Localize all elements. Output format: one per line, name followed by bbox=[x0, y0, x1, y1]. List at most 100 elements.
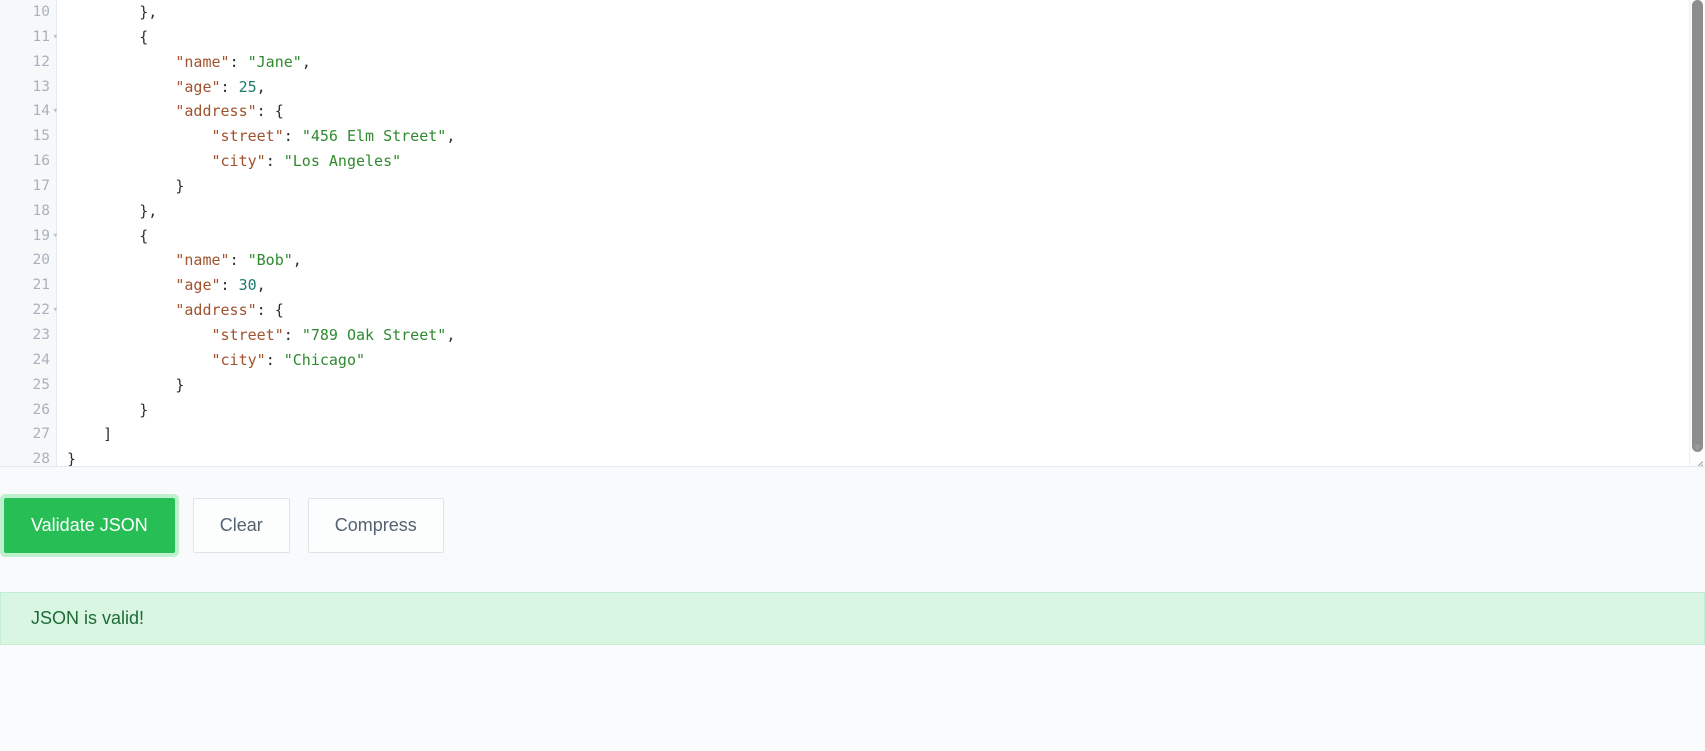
code-token: : bbox=[265, 350, 284, 369]
code-token: : { bbox=[256, 301, 284, 320]
line-number-value: 15 bbox=[32, 128, 50, 145]
editor-resize-handle[interactable] bbox=[1692, 454, 1704, 467]
code-token: , bbox=[446, 127, 456, 146]
line-number: 19 ▾ bbox=[0, 224, 58, 249]
code-token: } bbox=[67, 176, 185, 195]
code-token: "Los Angeles" bbox=[283, 152, 402, 171]
line-number: 18 bbox=[0, 199, 56, 224]
validation-status-alert: JSON is valid! bbox=[0, 592, 1705, 645]
line-number-value: 10 bbox=[32, 4, 50, 20]
line-number: 23 bbox=[0, 323, 56, 348]
code-token: "789 Oak Street" bbox=[301, 325, 447, 344]
code-token: : { bbox=[256, 102, 284, 121]
code-line[interactable]: "name": "Jane", bbox=[67, 50, 1705, 75]
code-line[interactable]: "address": { bbox=[67, 99, 1705, 124]
code-token: "Chicago" bbox=[283, 350, 366, 369]
line-number: 22 ▾ bbox=[0, 298, 58, 323]
json-editor[interactable]: 10 11 ▾ 12 13 14 ▾ 15 16 17 18 19 ▾ 20 21 22 ▾ 23 24 25 26 27… bbox=[0, 0, 1705, 467]
line-number-value: 17 bbox=[32, 177, 50, 194]
line-number-value: 28 bbox=[32, 451, 50, 467]
clear-button[interactable]: Clear bbox=[192, 498, 290, 553]
code-token: , bbox=[292, 251, 302, 270]
validate-json-button[interactable]: Validate JSON bbox=[4, 498, 175, 553]
code-token: "Bob" bbox=[247, 251, 293, 270]
line-number-value: 21 bbox=[32, 277, 50, 294]
code-token: "street" bbox=[67, 325, 284, 344]
code-token: , bbox=[256, 276, 266, 295]
code-line[interactable]: "name": "Bob", bbox=[67, 248, 1705, 273]
code-token: , bbox=[256, 77, 266, 96]
code-token: ] bbox=[67, 425, 113, 444]
line-number: 27 bbox=[0, 422, 56, 447]
line-number-value: 26 bbox=[32, 401, 50, 418]
code-line[interactable]: ] bbox=[67, 422, 1705, 447]
line-number-gutter: 10 11 ▾ 12 13 14 ▾ 15 16 17 18 19 ▾ 20 21 22 ▾ 23 24 25 26 27… bbox=[0, 0, 58, 467]
code-token: : bbox=[283, 127, 302, 146]
code-token: "name" bbox=[67, 52, 230, 71]
code-token: { bbox=[67, 27, 149, 46]
code-token: "street" bbox=[67, 127, 284, 146]
code-line[interactable]: "age": 25, bbox=[67, 75, 1705, 100]
line-number-value: 27 bbox=[32, 426, 50, 443]
action-toolbar: Validate JSON Clear Compress bbox=[0, 467, 1705, 592]
line-number-value: 23 bbox=[32, 326, 50, 343]
line-number: 28 bbox=[0, 447, 56, 467]
code-token: "age" bbox=[67, 276, 221, 295]
line-number: 24 bbox=[0, 348, 56, 373]
editor-scroll-area[interactable]: 10 11 ▾ 12 13 14 ▾ 15 16 17 18 19 ▾ 20 21 22 ▾ 23 24 25 26 27… bbox=[0, 0, 1705, 467]
line-number: 13 bbox=[0, 75, 56, 100]
code-line[interactable]: "street": "789 Oak Street", bbox=[67, 323, 1705, 348]
code-line[interactable]: } bbox=[67, 398, 1705, 423]
compress-button[interactable]: Compress bbox=[307, 498, 444, 553]
code-token: "address" bbox=[67, 102, 257, 121]
code-line[interactable]: "age": 30, bbox=[67, 273, 1705, 298]
code-line[interactable]: "city": "Los Angeles" bbox=[67, 149, 1705, 174]
line-number-value: 18 bbox=[32, 202, 50, 219]
validation-status-text: JSON is valid! bbox=[31, 608, 145, 628]
button-row: Validate JSON Clear Compress bbox=[0, 498, 444, 553]
code-token: 25 bbox=[238, 77, 257, 96]
code-token: }, bbox=[67, 3, 158, 21]
line-number-value: 16 bbox=[32, 153, 50, 170]
code-token: }, bbox=[67, 201, 158, 220]
code-token: "address" bbox=[67, 301, 257, 320]
code-token: , bbox=[301, 52, 311, 71]
code-line[interactable]: } bbox=[67, 447, 1705, 467]
code-token: } bbox=[67, 450, 77, 467]
line-number-value: 13 bbox=[32, 78, 50, 95]
line-number-value: 24 bbox=[32, 351, 50, 368]
line-number: 12 bbox=[0, 50, 56, 75]
code-content[interactable]: }, { "name": "Jane", "age": 25, "address… bbox=[57, 0, 1705, 467]
page-bottom-filler bbox=[0, 645, 1705, 751]
line-number: 14 ▾ bbox=[0, 99, 58, 124]
line-number: 11 ▾ bbox=[0, 25, 58, 50]
code-line[interactable]: }, bbox=[67, 199, 1705, 224]
line-number: 20 bbox=[0, 248, 56, 273]
line-number: 25 bbox=[0, 373, 56, 398]
line-number: 16 bbox=[0, 149, 56, 174]
code-token: : bbox=[220, 276, 239, 295]
line-number-value: 12 bbox=[32, 53, 50, 70]
code-token: "456 Elm Street" bbox=[301, 127, 447, 146]
code-line[interactable]: "street": "456 Elm Street", bbox=[67, 124, 1705, 149]
line-number: 21 bbox=[0, 273, 56, 298]
line-number: 15 bbox=[0, 124, 56, 149]
code-line[interactable]: { bbox=[67, 25, 1705, 50]
editor-vertical-scrollbar[interactable]: ▼ bbox=[1689, 0, 1705, 467]
code-token: "Jane" bbox=[247, 52, 302, 71]
line-number: 17 bbox=[0, 174, 56, 199]
code-line[interactable]: { bbox=[67, 224, 1705, 249]
code-token: } bbox=[67, 400, 149, 419]
code-line[interactable]: "city": "Chicago" bbox=[67, 348, 1705, 373]
code-token: : bbox=[220, 77, 239, 96]
line-number: 10 bbox=[0, 0, 56, 25]
code-line[interactable]: "address": { bbox=[67, 298, 1705, 323]
code-token: 30 bbox=[238, 276, 257, 295]
scrollbar-thumb[interactable] bbox=[1692, 0, 1703, 452]
code-line[interactable]: }, bbox=[67, 0, 1705, 25]
line-number: 26 bbox=[0, 398, 56, 423]
code-token: } bbox=[67, 375, 185, 394]
code-line[interactable]: } bbox=[67, 174, 1705, 199]
line-number-value: 25 bbox=[32, 376, 50, 393]
code-line[interactable]: } bbox=[67, 373, 1705, 398]
